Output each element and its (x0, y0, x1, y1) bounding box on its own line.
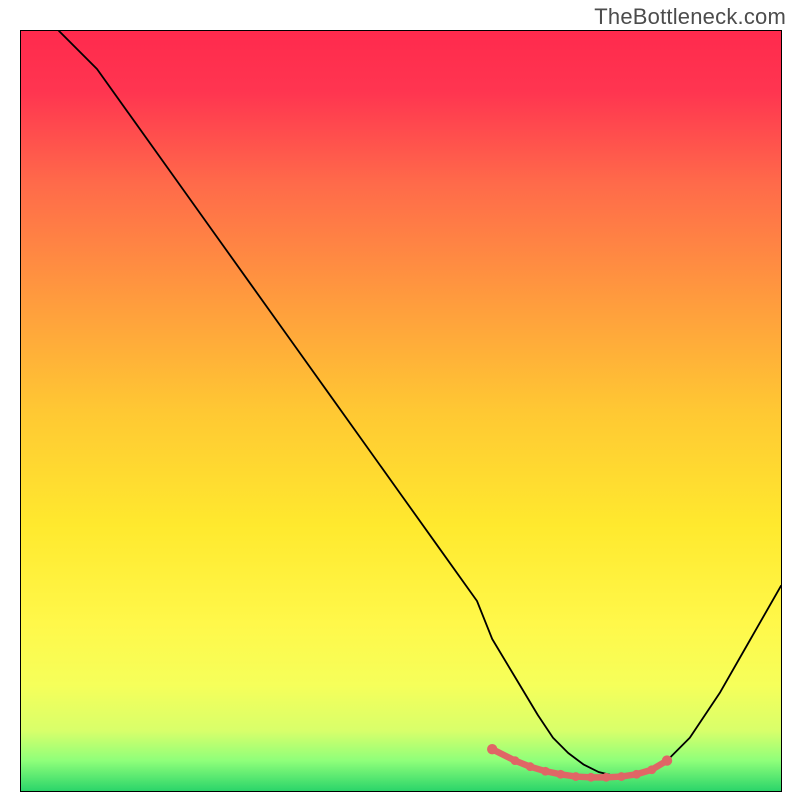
optimal-dot (647, 765, 656, 774)
optimal-dot (602, 773, 611, 782)
optimal-dot (526, 762, 535, 771)
optimal-dot (617, 772, 626, 781)
chart-stage: TheBottleneck.com (0, 0, 800, 800)
optimal-dot (571, 772, 580, 781)
optimal-dot (511, 756, 520, 765)
optimal-dot (541, 767, 550, 776)
watermark-text: TheBottleneck.com (594, 4, 786, 30)
gradient-background (21, 31, 781, 791)
optimal-dot (632, 770, 641, 779)
optimal-dot (662, 755, 672, 765)
optimal-dot (487, 744, 497, 754)
chart-svg (21, 31, 781, 791)
optimal-dot (556, 770, 565, 779)
optimal-dot (587, 773, 596, 782)
plot-area (20, 30, 782, 792)
